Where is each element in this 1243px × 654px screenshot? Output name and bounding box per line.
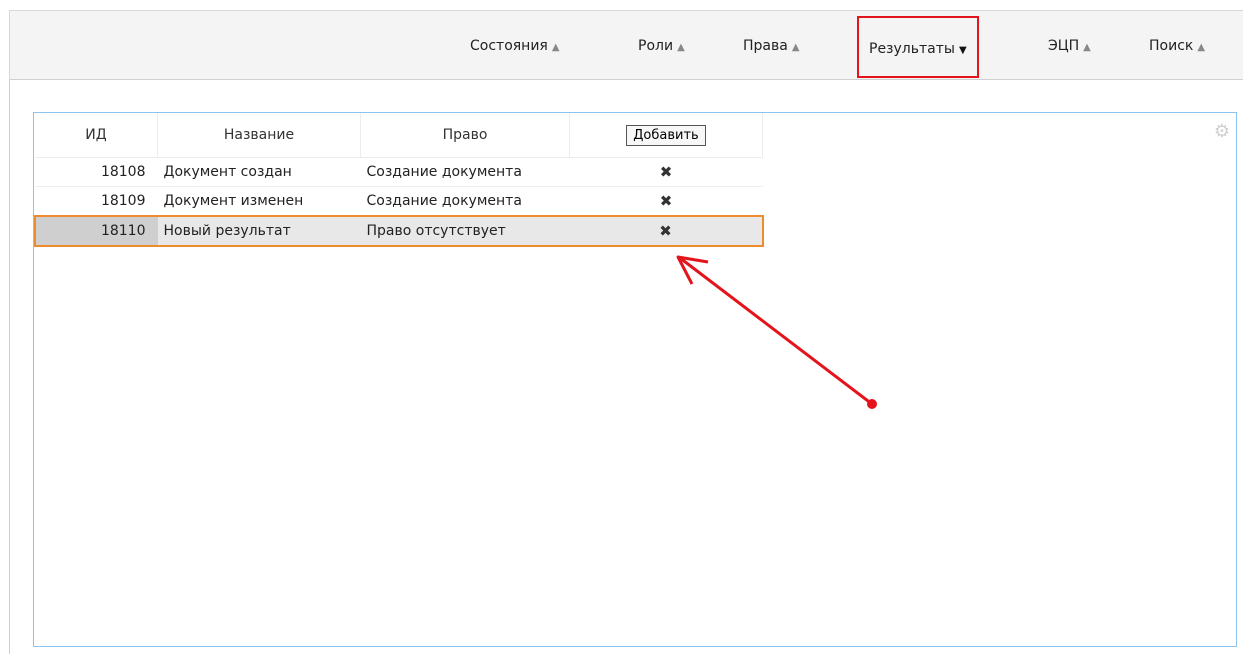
column-header-actions: Добавить — [569, 113, 763, 158]
cell-right: Создание документа — [360, 157, 570, 187]
top-toolbar: Состояния ▲ Роли ▲ Права ▲ Результаты ▼ ЭЦП ▲… — [9, 10, 1243, 80]
close-icon[interactable]: ✖ — [569, 186, 763, 217]
column-header-name[interactable]: Название — [157, 113, 361, 158]
add-button[interactable]: Добавить — [626, 124, 706, 146]
table-row-selected[interactable]: 18110 Новый результат Право отсутствует … — [34, 215, 764, 247]
left-divider — [9, 80, 10, 654]
close-icon[interactable]: ✖ — [569, 157, 763, 187]
chevron-up-icon: ▲ — [551, 42, 560, 53]
results-table: ИД Название Право Добавить 18108 Докумен… — [34, 113, 764, 247]
cell-id: 18110 — [34, 215, 158, 247]
chevron-up-icon: ▲ — [1197, 42, 1206, 53]
cell-name: Документ изменен — [157, 186, 361, 217]
tab-search[interactable]: Поиск ▲ — [1149, 33, 1205, 59]
tab-label: Результаты — [869, 41, 955, 57]
table-row[interactable]: 18109 Документ изменен Создание документ… — [35, 186, 763, 217]
chevron-down-icon: ▼ — [958, 45, 967, 56]
cell-right: Создание документа — [360, 186, 570, 217]
cell-right: Право отсутствует — [360, 215, 570, 247]
tab-roles[interactable]: Роли ▲ — [638, 33, 685, 59]
tab-rights[interactable]: Права ▲ — [743, 33, 800, 59]
tab-label: ЭЦП — [1048, 38, 1080, 54]
tab-label: Права — [743, 38, 788, 54]
tab-label: Роли — [638, 38, 674, 54]
cell-name: Документ создан — [157, 157, 361, 187]
tab-ecp[interactable]: ЭЦП ▲ — [1048, 33, 1091, 59]
chevron-up-icon: ▲ — [791, 42, 800, 53]
tab-states[interactable]: Состояния ▲ — [470, 33, 560, 59]
cell-name: Новый результат — [157, 215, 361, 247]
close-icon[interactable]: ✖ — [569, 215, 764, 247]
cell-id: 18108 — [35, 157, 158, 187]
cell-id: 18109 — [35, 186, 158, 217]
gear-icon[interactable]: ⚙ — [1214, 121, 1230, 142]
chevron-up-icon: ▲ — [1083, 42, 1091, 53]
chevron-up-icon: ▲ — [677, 42, 685, 53]
tab-label: Поиск — [1149, 38, 1194, 54]
table-row[interactable]: 18108 Документ создан Создание документа… — [35, 157, 763, 187]
column-header-right[interactable]: Право — [360, 113, 570, 158]
tab-results[interactable]: Результаты ▼ — [857, 16, 979, 78]
column-header-id[interactable]: ИД — [35, 113, 158, 158]
results-panel: ⚙ ИД Название Право Добавить 18108 Докум… — [33, 112, 1237, 647]
tab-label: Состояния — [470, 38, 548, 54]
